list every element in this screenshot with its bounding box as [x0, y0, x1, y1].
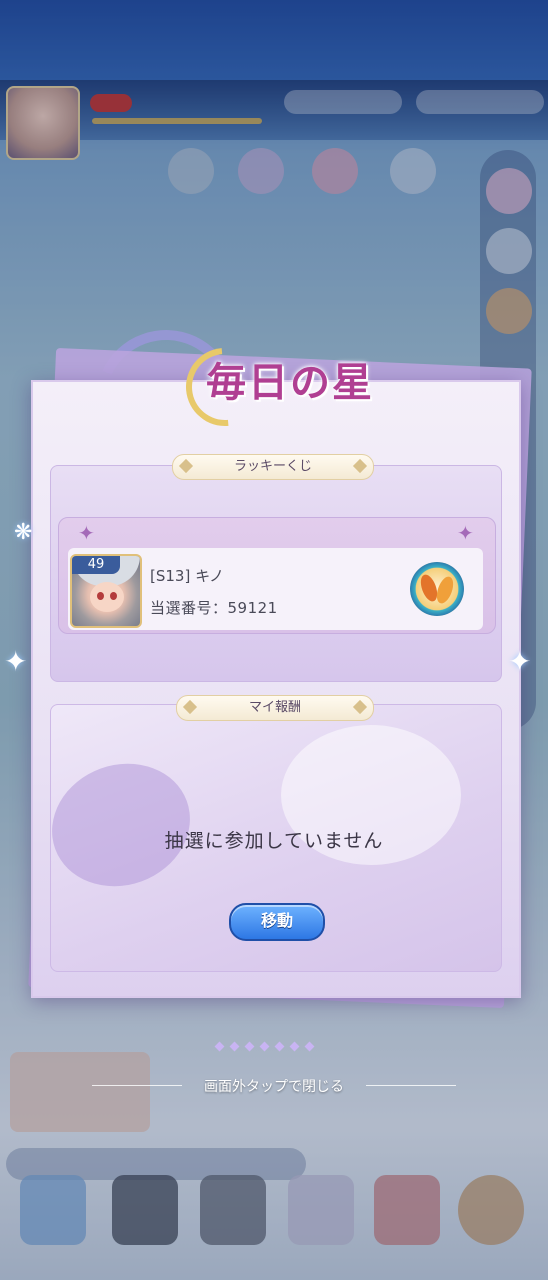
- koi-fish-2: [433, 574, 457, 606]
- ribbon-diamond-icon: [352, 458, 368, 474]
- avatar-face: [90, 582, 124, 612]
- winner-level-badge: 49: [72, 556, 120, 574]
- modal-title: 毎日の星: [206, 359, 374, 406]
- lottery-heading: ラッキーくじ: [233, 459, 312, 474]
- butterfly-icon: ❋: [14, 520, 33, 545]
- fish-illustration: [51, 744, 208, 906]
- left-ornament-icon: ✦: [4, 645, 28, 678]
- winning-number: 当選番号：59121: [150, 599, 278, 617]
- close-hint: 画面外タップで閉じる: [204, 1079, 344, 1095]
- lottery-heading-ribbon: ラッキーくじ: [172, 454, 374, 480]
- ribbon-diamond-icon: [352, 699, 368, 715]
- title-banner: 毎日の星: [170, 332, 410, 442]
- reward-heading: マイ報酬: [248, 700, 301, 715]
- sparkle-icon: ✦: [78, 521, 95, 545]
- ribbon-diamond-icon: [178, 458, 194, 474]
- reward-heading-ribbon: マイ報酬: [176, 695, 374, 721]
- avatar-eye: [110, 592, 117, 600]
- not-participating-text: 抽選に参加していません: [164, 830, 384, 852]
- koi-fish-icon: [410, 562, 464, 616]
- right-ornament-icon: ✦: [508, 645, 532, 678]
- move-button[interactable]: 移動: [229, 903, 325, 941]
- winner-name: [S13] キノ: [150, 567, 225, 585]
- winner-avatar[interactable]: 49: [70, 554, 142, 628]
- ribbon-diamond-icon: [182, 699, 198, 715]
- avatar-eye: [97, 592, 104, 600]
- sparkle-icon: ✦: [457, 521, 474, 545]
- page-indicator: [212, 1035, 317, 1052]
